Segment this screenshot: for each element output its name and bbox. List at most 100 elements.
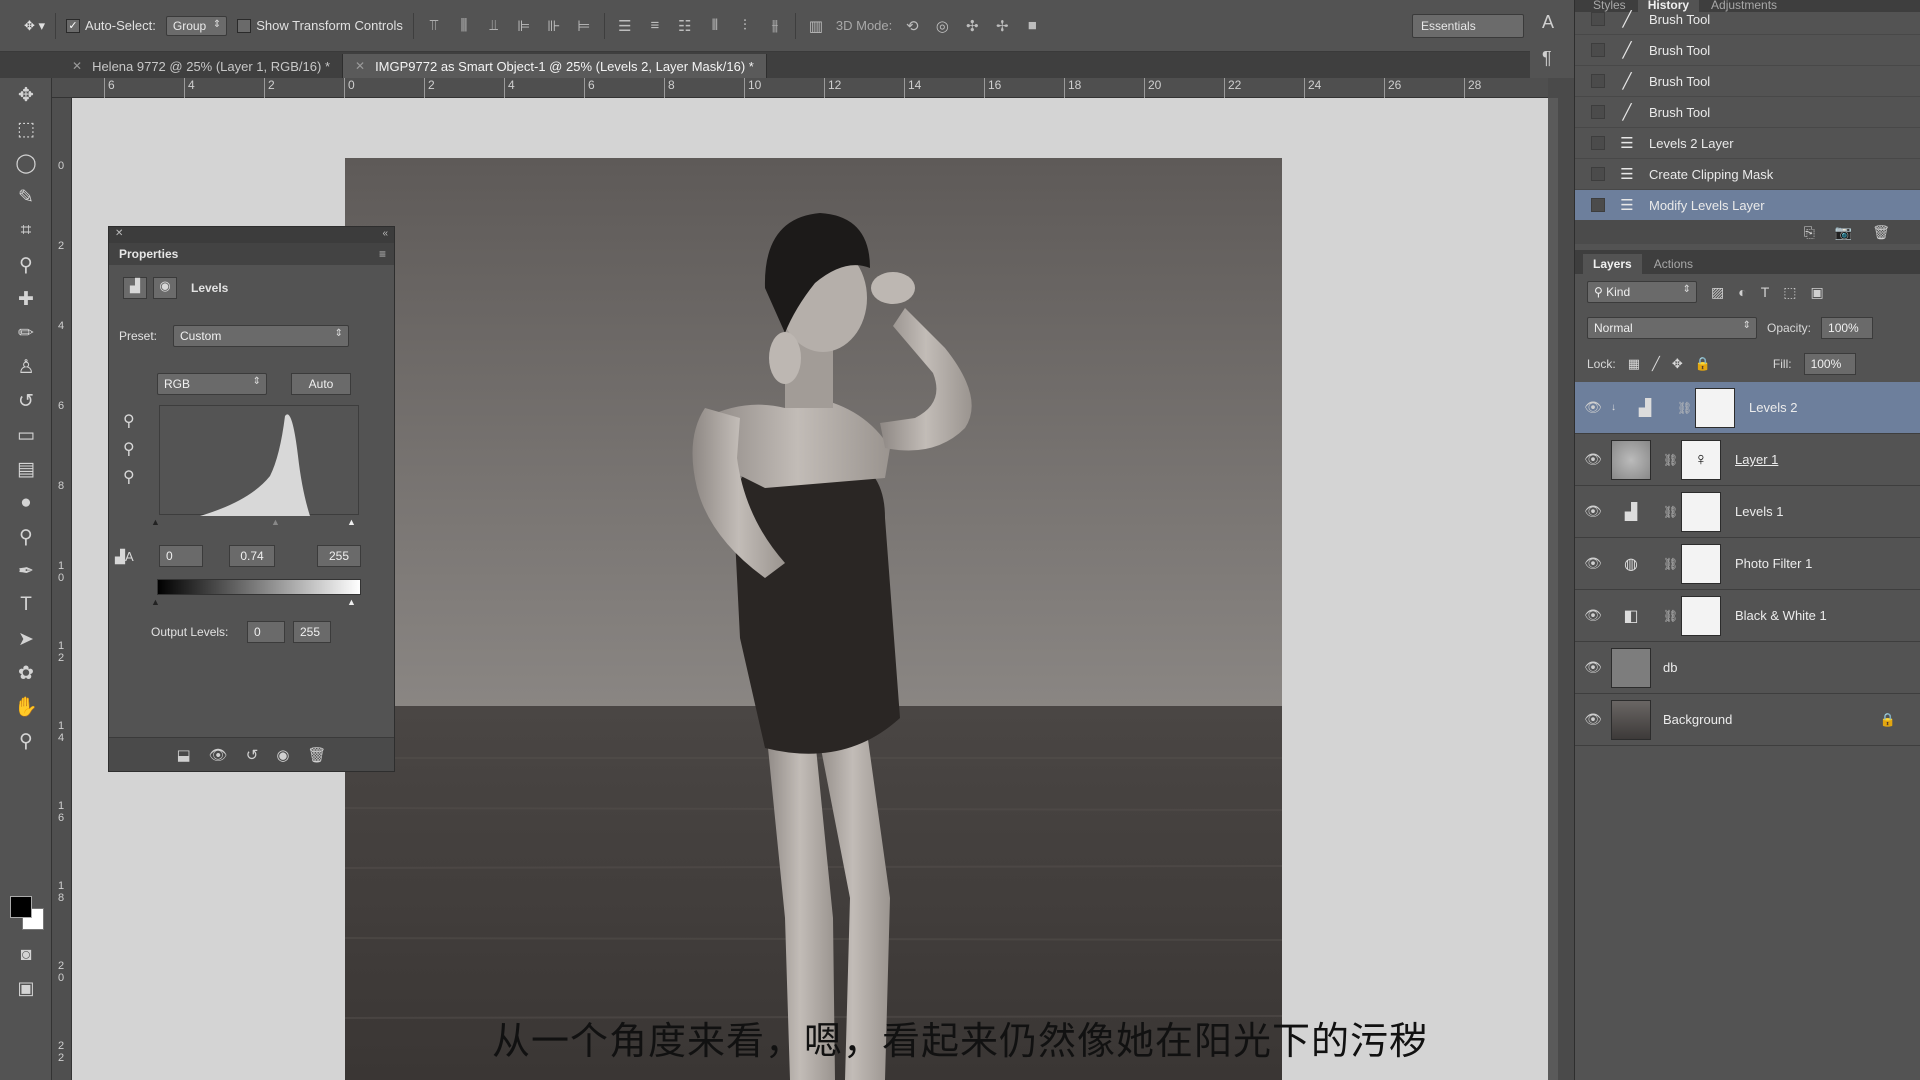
filter-kind-dropdown[interactable]: ⚲ Kind	[1587, 281, 1697, 303]
layer-row-db[interactable]: 👁 db	[1575, 642, 1920, 694]
eye-icon[interactable]: 👁	[1575, 503, 1611, 520]
black-point-eyedropper-icon[interactable]: ⚲	[123, 411, 135, 431]
history-item[interactable]: ☰ Levels 2 Layer	[1575, 128, 1920, 159]
align-hcenter-icon[interactable]: ⊪	[544, 16, 564, 36]
snapshot-checkbox[interactable]	[1591, 136, 1605, 150]
quick-mask-icon[interactable]: ◙	[0, 944, 52, 965]
figure-mask-thumbnail[interactable]: ♀	[1681, 439, 1721, 480]
blend-mode-dropdown[interactable]: Normal	[1587, 317, 1757, 339]
distribute-hcenter-icon[interactable]: ⫶	[735, 16, 755, 36]
clone-stamp-tool-icon[interactable]: ♙	[0, 350, 52, 384]
history-item[interactable]: ╱ Brush Tool	[1575, 97, 1920, 128]
layer-name[interactable]: Levels 2	[1749, 400, 1797, 415]
align-top-icon[interactable]: ⫪	[424, 16, 444, 36]
filter-adjustment-icon[interactable]: ◐	[1738, 284, 1746, 300]
path-select-tool-icon[interactable]: ➤	[0, 622, 52, 656]
eye-icon[interactable]: 👁	[1575, 659, 1611, 676]
layer-name[interactable]: Layer 1	[1735, 452, 1778, 467]
layer-name[interactable]: Background	[1663, 712, 1732, 727]
layer-mask-thumbnail[interactable]	[1681, 595, 1721, 636]
gradient-tool-icon[interactable]: ▤	[0, 452, 52, 486]
chain-link-icon[interactable]: ⛓	[1663, 505, 1678, 519]
screen-mode-icon[interactable]: ▣	[0, 978, 52, 999]
history-brush-tool-icon[interactable]: ↺	[0, 384, 52, 418]
close-icon[interactable]: ✕	[355, 59, 365, 73]
chain-link-icon[interactable]: ⛓	[1663, 453, 1678, 467]
lock-transparent-icon[interactable]: ▦	[1628, 356, 1640, 372]
layer-row-black-white-1[interactable]: 👁 ◧ ⛓ Black & White 1	[1575, 590, 1920, 642]
white-point-eyedropper-icon[interactable]: ⚲	[123, 467, 135, 487]
distribute-top-icon[interactable]: ☰	[615, 16, 635, 36]
color-swatches[interactable]	[10, 896, 50, 940]
align-vcenter-icon[interactable]: ⫼	[454, 16, 474, 36]
tab-adjustments[interactable]: Adjustments	[1701, 0, 1787, 12]
align-left-icon[interactable]: ⊫	[514, 16, 534, 36]
chain-link-icon[interactable]: ⛓	[1663, 609, 1678, 623]
panel-menu-icon[interactable]: ≡	[379, 247, 386, 261]
opacity-field[interactable]: 100%	[1821, 317, 1874, 339]
quick-select-tool-icon[interactable]: ✎	[0, 180, 52, 214]
tab-layers[interactable]: Layers	[1583, 254, 1642, 274]
tab-history[interactable]: History	[1637, 0, 1700, 12]
layer-row-photo-filter-1[interactable]: 👁 ◍ ⛓ Photo Filter 1	[1575, 538, 1920, 590]
layer-row-levels-2[interactable]: 👁 ↓ ▟ ⛓ Levels 2	[1575, 382, 1920, 434]
dodge-tool-icon[interactable]: ⚲	[0, 520, 52, 554]
layer-mask-thumbnail[interactable]	[1695, 387, 1735, 428]
photo-image[interactable]	[345, 158, 1282, 1080]
auto-button[interactable]: Auto	[291, 373, 351, 395]
fill-field[interactable]: 100%	[1803, 353, 1856, 375]
lasso-tool-icon[interactable]: ◯	[0, 146, 52, 180]
distribute-vcenter-icon[interactable]: ≡	[645, 16, 665, 36]
align-right-icon[interactable]: ⊨	[574, 16, 594, 36]
paragraph-panel-icon[interactable]: ¶	[1542, 48, 1552, 69]
snapshot-checkbox[interactable]	[1591, 198, 1605, 212]
3d-slide-icon[interactable]: ✢	[992, 16, 1012, 36]
white-output-slider[interactable]: ▲	[347, 597, 356, 607]
distribute-left-icon[interactable]: ⫴	[705, 16, 725, 36]
snapshot-checkbox[interactable]	[1591, 43, 1605, 57]
eye-icon[interactable]: 👁	[1575, 607, 1611, 624]
distribute-bottom-icon[interactable]: ☷	[675, 16, 695, 36]
visibility-icon[interactable]: ◉	[276, 746, 289, 764]
trash-icon[interactable]: 🗑	[1872, 224, 1890, 241]
background-thumbnail[interactable]	[1611, 699, 1651, 740]
filter-shape-icon[interactable]: ⬚	[1783, 284, 1796, 301]
collapse-icon[interactable]: «	[382, 228, 388, 239]
brush-tool-icon[interactable]: ✏	[0, 316, 52, 350]
zoom-tool-icon[interactable]: ⚲	[0, 724, 52, 758]
layer-name[interactable]: Photo Filter 1	[1735, 556, 1812, 571]
black-output-slider[interactable]: ▲	[151, 597, 160, 607]
layer-row-background[interactable]: 👁 Background 🔒	[1575, 694, 1920, 746]
auto-select-dropdown[interactable]: Group	[165, 15, 228, 36]
snapshot-checkbox[interactable]	[1591, 12, 1605, 26]
reset-icon[interactable]: ↺	[246, 746, 259, 764]
clip-shadows-icon[interactable]: ▟A	[115, 549, 134, 565]
character-panel-icon[interactable]: A	[1542, 12, 1554, 33]
eye-icon[interactable]: 👁	[1575, 711, 1611, 728]
output-slider-track[interactable]: ▲ ▲	[151, 597, 361, 607]
eye-icon[interactable]: 👁	[1575, 555, 1611, 572]
preset-dropdown[interactable]: Custom	[173, 325, 349, 347]
black-input-slider[interactable]: ▲	[151, 517, 160, 527]
lock-position-icon[interactable]: ✥	[1672, 356, 1683, 372]
blur-tool-icon[interactable]: ●	[0, 486, 52, 520]
lock-all-icon[interactable]: 🔒	[1695, 356, 1711, 372]
new-document-from-state-icon[interactable]: ⎘	[1804, 224, 1815, 241]
input-slider-track[interactable]: ▲ ▲ ▲	[151, 517, 361, 527]
eyedropper-tool-icon[interactable]: ⚲	[0, 248, 52, 282]
hand-tool-icon[interactable]: ✋	[0, 690, 52, 724]
eye-icon[interactable]: 👁	[1575, 399, 1611, 416]
white-input-slider[interactable]: ▲	[347, 517, 356, 527]
healing-brush-tool-icon[interactable]: ✚	[0, 282, 52, 316]
tab-actions[interactable]: Actions	[1644, 254, 1703, 274]
layer-row-layer-1[interactable]: 👁 ⛓ ♀ Layer 1	[1575, 434, 1920, 486]
marquee-tool-icon[interactable]: ⬚	[0, 112, 52, 146]
snapshot-checkbox[interactable]	[1591, 105, 1605, 119]
snapshot-checkbox[interactable]	[1591, 74, 1605, 88]
layer-thumbnail[interactable]	[1611, 647, 1651, 688]
levels-adjustment-icon[interactable]: ▟	[123, 277, 147, 299]
filter-smart-object-icon[interactable]: ▣	[1811, 284, 1824, 301]
shape-tool-icon[interactable]: ✿	[0, 656, 52, 690]
history-item[interactable]: ☰ Create Clipping Mask	[1575, 159, 1920, 190]
panel-titlebar[interactable]: ✕ «	[109, 227, 394, 243]
